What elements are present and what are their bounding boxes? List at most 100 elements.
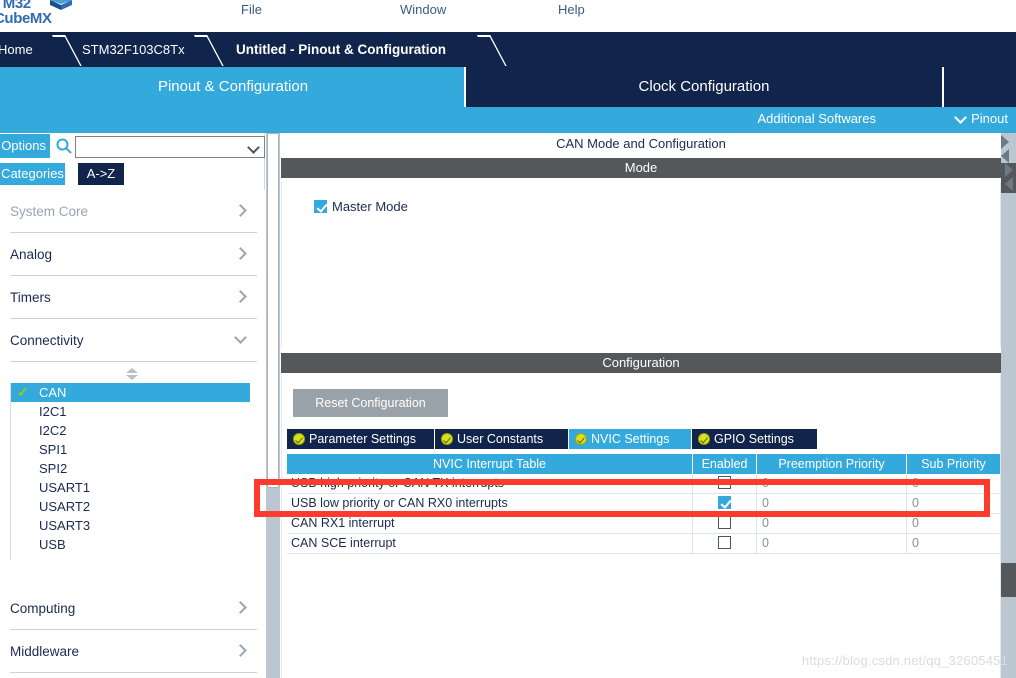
tab-gpio-settings[interactable]: GPIO Settings [692, 429, 817, 449]
tab-label: NVIC Settings [591, 432, 670, 446]
breadcrumb: Home STM32F103C8Tx Untitled - Pinout & C… [0, 32, 1016, 67]
logo-line2: CubeMX [0, 10, 52, 27]
sidebar-item-connectivity[interactable]: Connectivity [10, 319, 257, 362]
additional-softwares-button[interactable]: Additional Softwares [757, 111, 876, 126]
collapse-left-icon-2[interactable] [1005, 163, 1013, 177]
preemption-priority-cell[interactable]: 0 [757, 474, 907, 494]
tab-extra[interactable] [944, 67, 1016, 107]
enabled-cell[interactable] [693, 494, 757, 514]
chevron-right-icon [234, 204, 247, 217]
menu-bar: TM32 CubeMX File Window Help [0, 0, 1016, 32]
preemption-priority-cell[interactable]: 0 [757, 514, 907, 534]
scroll-down-icon[interactable] [126, 375, 138, 380]
tab-clock-configuration[interactable]: Clock Configuration [466, 67, 942, 107]
chevron-right-icon [234, 601, 247, 614]
peripheral-label: SPI2 [39, 461, 68, 476]
peripheral-item-i2c2[interactable]: I2C2 [11, 421, 250, 440]
breadcrumb-item-mcu[interactable]: STM32F103C8Tx [82, 32, 185, 67]
sidebar-item-system-core[interactable]: System Core [10, 190, 257, 233]
master-mode-label: Master Mode [332, 199, 408, 214]
watermark-text: https://blog.csdn.net/qq_32605451 [801, 653, 1008, 668]
tab-user-constants[interactable]: User Constants [435, 429, 568, 449]
enabled-checkbox[interactable] [718, 476, 731, 489]
chevron-down-icon[interactable] [247, 141, 260, 154]
sub-priority-cell[interactable]: 0 [907, 534, 1000, 554]
enabled-cell[interactable] [693, 514, 757, 534]
sidebar-item-label: Connectivity [10, 333, 84, 348]
scroll-up-icon[interactable] [126, 368, 138, 373]
main-scrollbar[interactable] [1001, 133, 1016, 678]
sidebar-item-computing[interactable]: Computing [10, 587, 257, 630]
table-row[interactable]: USB high priority or CAN TX interrupts 0… [287, 474, 1000, 494]
sidebar-item-middleware[interactable]: Middleware [10, 630, 257, 673]
stm32cubemx-logo: TM32 CubeMX [0, 0, 102, 32]
pinout-dropdown[interactable]: Pinout [954, 111, 1008, 126]
chevron-right-icon [234, 247, 247, 260]
mode-section-body: Master Mode [281, 182, 1001, 347]
peripheral-list: ✓ CAN I2C1 I2C2 SPI1 SPI2 USART1 USART2 … [10, 383, 250, 560]
sub-priority-cell[interactable]: 0 [907, 474, 1000, 494]
menu-item-window[interactable]: Window [394, 0, 452, 19]
peripheral-scroll-arrows[interactable] [10, 366, 250, 383]
tab-parameter-settings[interactable]: Parameter Settings [287, 429, 434, 449]
breadcrumb-chevron-icon [200, 32, 222, 67]
sub-priority-cell[interactable]: 0 [907, 494, 1000, 514]
sidebar-category-list: System Core Analog Timers Connectivity ✓… [0, 190, 265, 678]
menu-item-help[interactable]: Help [552, 0, 591, 19]
panel-collapse-arrows [1001, 133, 1016, 193]
table-row[interactable]: USB low priority or CAN RX0 interrupts 0… [287, 494, 1000, 514]
chevron-down-icon [234, 331, 247, 344]
sidebar-item-label: System Core [10, 204, 89, 219]
enabled-checkbox[interactable] [718, 496, 731, 509]
preemption-priority-cell[interactable]: 0 [757, 534, 907, 554]
collapse-right-icon-2[interactable] [1005, 177, 1013, 191]
collapse-right-icon[interactable] [1001, 149, 1009, 163]
sidebar-item-timers[interactable]: Timers [10, 276, 257, 319]
enabled-checkbox[interactable] [718, 536, 731, 549]
peripheral-list-wrapper: ✓ CAN I2C1 I2C2 SPI1 SPI2 USART1 USART2 … [10, 366, 250, 560]
search-input[interactable] [78, 138, 243, 156]
peripheral-item-spi1[interactable]: SPI1 [11, 440, 250, 459]
options-button[interactable]: Options [0, 134, 50, 158]
tab-label: User Constants [457, 432, 544, 446]
sidebar-item-analog[interactable]: Analog [10, 233, 257, 276]
peripheral-label: CAN [39, 385, 67, 400]
sidebar-scrollbar[interactable] [266, 133, 280, 678]
peripheral-item-usart1[interactable]: USART1 [11, 478, 250, 497]
tab-pinout-configuration[interactable]: Pinout & Configuration [0, 67, 466, 107]
sub-priority-cell[interactable]: 0 [907, 514, 1000, 534]
breadcrumb-chevron-icon [58, 32, 80, 67]
peripheral-label: USART3 [39, 518, 91, 533]
table-row[interactable]: CAN RX1 interrupt 0 0 [287, 514, 1000, 534]
tab-label: Parameter Settings [309, 432, 416, 446]
peripheral-item-usart2[interactable]: USART2 [11, 497, 250, 516]
main-scrollbar-thumb-secondary[interactable] [1001, 563, 1016, 597]
tab-a-to-z[interactable]: A->Z [78, 163, 124, 185]
sidebar-scrollbar-thumb[interactable] [267, 133, 279, 488]
enabled-cell[interactable] [693, 474, 757, 494]
peripheral-item-usart3[interactable]: USART3 [11, 516, 250, 535]
table-row[interactable]: CAN SCE interrupt 0 0 [287, 534, 1000, 554]
interrupt-name: USB high priority or CAN TX interrupts [287, 474, 693, 494]
tab-categories[interactable]: Categories [0, 163, 65, 185]
preemption-priority-cell[interactable]: 0 [757, 494, 907, 514]
status-check-icon [441, 433, 453, 445]
breadcrumb-item-current[interactable]: Untitled - Pinout & Configuration [236, 32, 446, 67]
check-icon: ✓ [17, 384, 29, 400]
enabled-checkbox[interactable] [718, 516, 731, 529]
interrupt-name: CAN SCE interrupt [287, 534, 693, 554]
reset-configuration-button[interactable]: Reset Configuration [293, 389, 448, 417]
peripheral-item-can[interactable]: ✓ CAN [11, 383, 250, 402]
search-box[interactable] [75, 136, 265, 158]
breadcrumb-item-home[interactable]: Home [0, 32, 33, 67]
menu-item-file[interactable]: File [235, 0, 268, 19]
master-mode-checkbox[interactable] [314, 200, 327, 213]
peripheral-item-usb[interactable]: USB [11, 535, 250, 554]
peripheral-item-i2c1[interactable]: I2C1 [11, 402, 250, 421]
enabled-cell[interactable] [693, 534, 757, 554]
peripheral-label: USART1 [39, 480, 91, 495]
tab-nvic-settings[interactable]: NVIC Settings [569, 429, 691, 449]
collapse-left-icon[interactable] [1001, 135, 1009, 149]
master-mode-row[interactable]: Master Mode [314, 199, 408, 214]
peripheral-item-spi2[interactable]: SPI2 [11, 459, 250, 478]
